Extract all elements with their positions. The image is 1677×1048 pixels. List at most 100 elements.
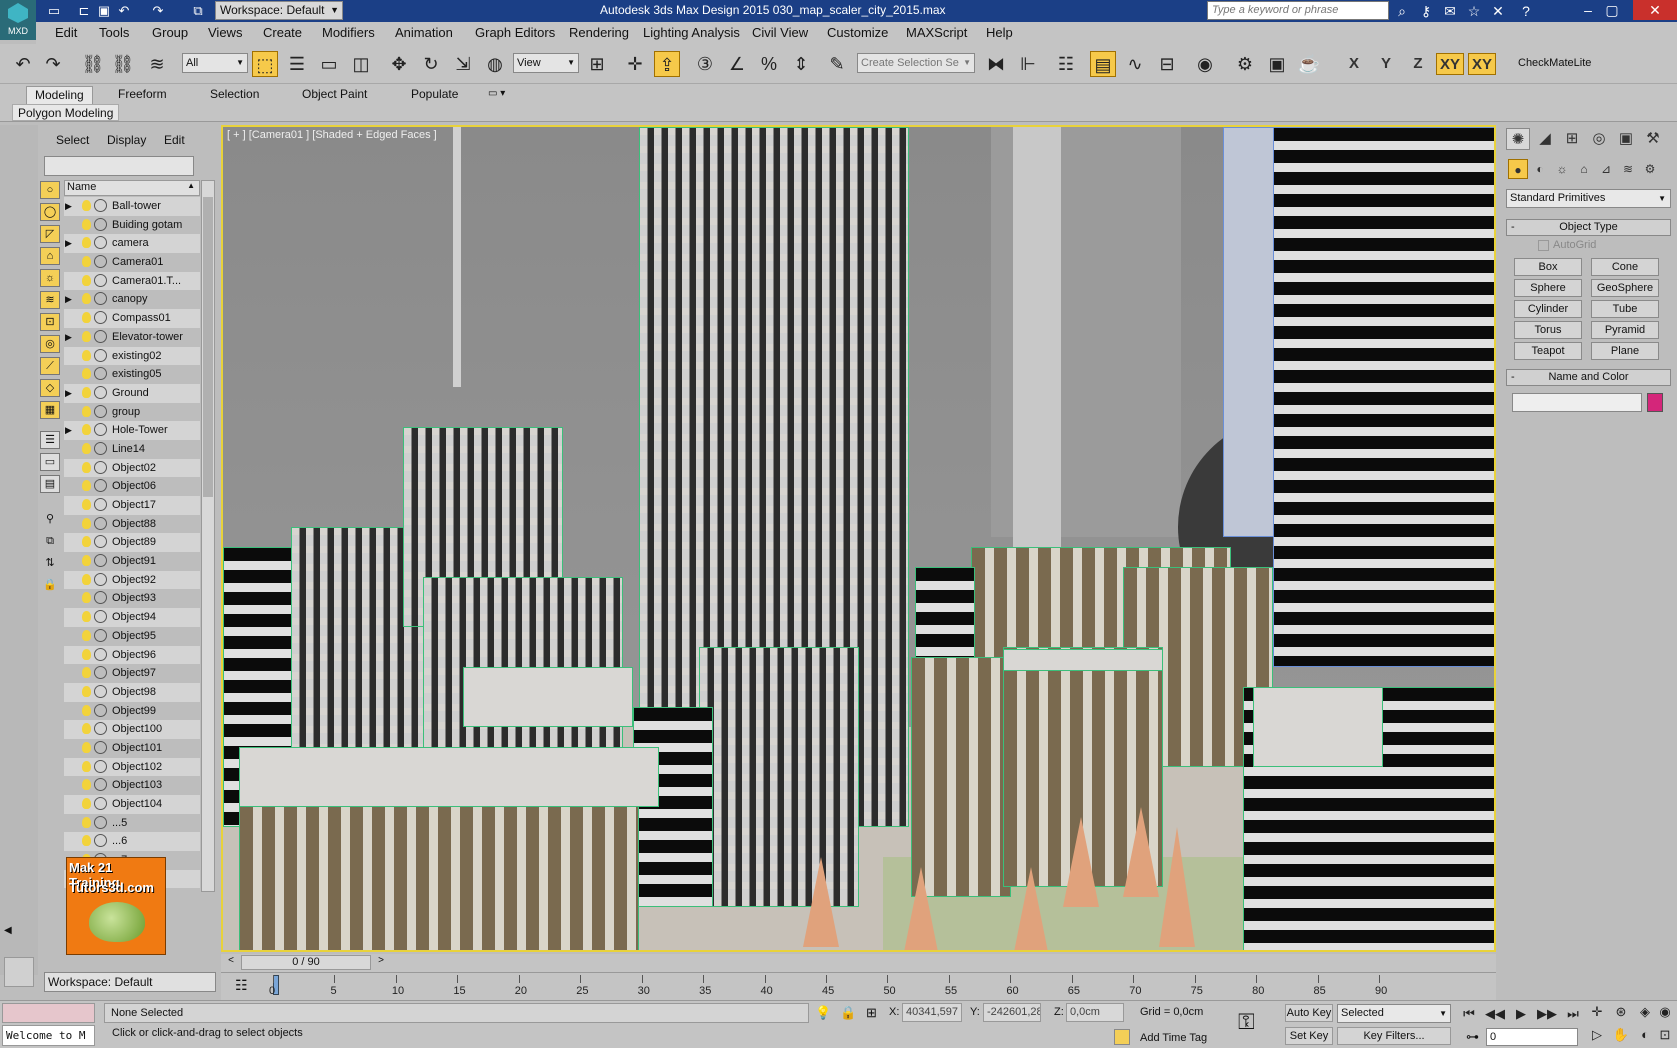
geometry-icon[interactable]: ● <box>1508 159 1528 179</box>
help-icon[interactable]: ? <box>1517 2 1535 20</box>
list-item[interactable]: Object99 <box>64 702 200 721</box>
list-item[interactable]: Object98 <box>64 682 200 702</box>
pivot-center-icon[interactable]: ⊞ <box>584 51 610 77</box>
axis-y-button[interactable]: Y <box>1372 53 1400 75</box>
visibility-bulb-icon[interactable] <box>82 741 91 753</box>
object-color-swatch[interactable] <box>1647 393 1663 412</box>
keyboard-override-icon[interactable]: ⇪ <box>654 51 680 77</box>
isolate-bulb-icon[interactable]: 💡 <box>815 1005 831 1021</box>
maxscript-listener-input[interactable]: Welcome to M <box>2 1025 95 1046</box>
menu-maxscript[interactable]: MAXScript <box>906 25 967 40</box>
spacewarps-filter-icon[interactable]: ≋ <box>40 291 60 309</box>
angle-snap-icon[interactable]: ∠ <box>724 51 750 77</box>
visibility-bulb-icon[interactable] <box>82 237 91 249</box>
visibility-bulb-icon[interactable] <box>82 611 91 623</box>
list-item[interactable]: Object103 <box>64 776 200 795</box>
menu-lighting-analysis[interactable]: Lighting Analysis <box>643 25 740 40</box>
cylinder-button[interactable]: Cylinder <box>1514 300 1582 318</box>
pyramid-button[interactable]: Pyramid <box>1591 321 1659 339</box>
containers-filter-icon[interactable]: ▦ <box>40 401 60 419</box>
filter-funnel-icon[interactable]: ⚲ <box>40 511 60 529</box>
maximize-button[interactable]: ▢ <box>1592 0 1632 20</box>
menu-graph-editors[interactable]: Graph Editors <box>475 25 555 40</box>
systems-icon[interactable]: ⚙ <box>1640 159 1660 179</box>
percent-snap-icon[interactable]: % <box>756 51 782 77</box>
visibility-bulb-icon[interactable] <box>82 648 91 660</box>
field-of-view-icon[interactable]: ▷ <box>1588 1026 1606 1044</box>
time-tag-icon[interactable] <box>1114 1029 1130 1045</box>
tab-populate[interactable]: Populate <box>403 86 466 104</box>
bind-space-warp-icon[interactable]: ≋ <box>144 51 170 77</box>
time-slider-next-button[interactable]: > <box>373 955 389 970</box>
explorer-scrollbar[interactable] <box>201 180 215 892</box>
z-coordinate-field[interactable]: 0,0cm <box>1066 1003 1124 1022</box>
snaps-toggle-icon[interactable]: ③ <box>692 51 718 77</box>
key-filters-button[interactable]: Key Filters... <box>1337 1027 1451 1045</box>
link-icon[interactable]: ⛓ <box>80 51 106 77</box>
list-item[interactable]: Line14 <box>64 440 200 459</box>
axis-xy-cycle-button[interactable]: XY <box>1468 53 1496 75</box>
visibility-bulb-icon[interactable] <box>82 256 91 268</box>
list-item[interactable]: ▶ Ball-tower <box>64 197 200 216</box>
axis-x-button[interactable]: X <box>1340 53 1368 75</box>
list-item[interactable]: Object06 <box>64 477 200 496</box>
spinner-snap-icon[interactable]: ⇕ <box>788 51 814 77</box>
visibility-bulb-icon[interactable] <box>82 424 91 436</box>
close-button[interactable]: ✕ <box>1633 0 1677 20</box>
zoom-extents-all-icon[interactable]: ◉ <box>1656 1003 1674 1021</box>
sphere-button[interactable]: Sphere <box>1514 279 1582 297</box>
visibility-bulb-icon[interactable] <box>82 704 91 716</box>
list-item[interactable]: ...5 <box>64 814 200 833</box>
primitive-category-dropdown[interactable]: Standard Primitives ▼ <box>1506 189 1671 208</box>
create-tab-icon[interactable]: ✺ <box>1506 128 1530 150</box>
go-to-start-icon[interactable]: ⏮ <box>1458 1005 1480 1023</box>
torus-button[interactable]: Torus <box>1514 321 1582 339</box>
list-item[interactable]: Object100 <box>64 720 200 739</box>
visibility-bulb-icon[interactable] <box>82 480 91 492</box>
pan-hand-icon[interactable]: ✋ <box>1612 1026 1630 1044</box>
geometry-filter-icon[interactable]: ◯ <box>40 203 60 221</box>
set-key-button[interactable]: Set Key <box>1285 1027 1333 1045</box>
visibility-bulb-icon[interactable] <box>82 200 91 211</box>
menu-customize[interactable]: Customize <box>827 25 888 40</box>
lights-icon[interactable]: ☼ <box>1552 159 1572 179</box>
select-manipulate-icon[interactable]: ✛ <box>622 51 648 77</box>
list-item[interactable]: ▶ Hole-Tower <box>64 421 200 440</box>
visibility-bulb-icon[interactable] <box>82 555 91 567</box>
maximize-viewport-icon[interactable]: ⊡ <box>1656 1026 1674 1044</box>
box-button[interactable]: Box <box>1514 258 1582 276</box>
visibility-bulb-icon[interactable] <box>82 573 91 585</box>
list-item[interactable]: Object95 <box>64 627 200 646</box>
maxscript-listener-output[interactable] <box>2 1003 95 1023</box>
cone-button[interactable]: Cone <box>1591 258 1659 276</box>
rotate-icon[interactable]: ↻ <box>418 51 444 77</box>
key-icon[interactable]: ⚷ <box>1417 2 1435 20</box>
expand-arrow-icon[interactable]: ▶ <box>65 290 72 308</box>
plane-button[interactable]: Plane <box>1591 342 1659 360</box>
menu-views[interactable]: Views <box>208 25 242 40</box>
visibility-bulb-icon[interactable] <box>82 536 91 548</box>
zoom-icon[interactable]: ✛ <box>1588 1003 1606 1021</box>
favorites-star-icon[interactable]: ☆ <box>1465 2 1483 20</box>
key-mode-toggle-icon[interactable]: ⊶ <box>1466 1029 1479 1045</box>
hierarchy-tab-icon[interactable]: ⊞ <box>1560 128 1584 150</box>
go-to-end-icon[interactable]: ⏭ <box>1562 1005 1584 1023</box>
visibility-bulb-icon[interactable] <box>82 798 91 809</box>
material-editor-icon[interactable]: ◉ <box>1192 51 1218 77</box>
expand-arrow-icon[interactable]: ▶ <box>65 234 72 252</box>
reference-coordinate-dropdown[interactable]: View ▼ <box>513 53 579 73</box>
cameras-filter-icon[interactable]: ⌂ <box>40 247 60 265</box>
unlink-icon[interactable]: ⛓ <box>110 51 136 77</box>
list-item[interactable]: Object101 <box>64 739 200 758</box>
edit-named-selection-icon[interactable]: ✎ <box>824 51 850 77</box>
list-item[interactable]: Camera01 <box>64 253 200 272</box>
visibility-bulb-icon[interactable] <box>82 274 91 286</box>
visibility-bulb-icon[interactable] <box>82 368 91 380</box>
list-item[interactable]: Buiding gotam <box>64 216 200 235</box>
add-time-tag-button[interactable]: Add Time Tag <box>1140 1032 1207 1044</box>
binoculars-icon[interactable]: ⌕ <box>1393 2 1411 20</box>
list-item[interactable]: group <box>64 403 200 422</box>
menu-help[interactable]: Help <box>986 25 1013 40</box>
tube-button[interactable]: Tube <box>1591 300 1659 318</box>
redo-icon[interactable]: ↷ <box>40 51 66 77</box>
